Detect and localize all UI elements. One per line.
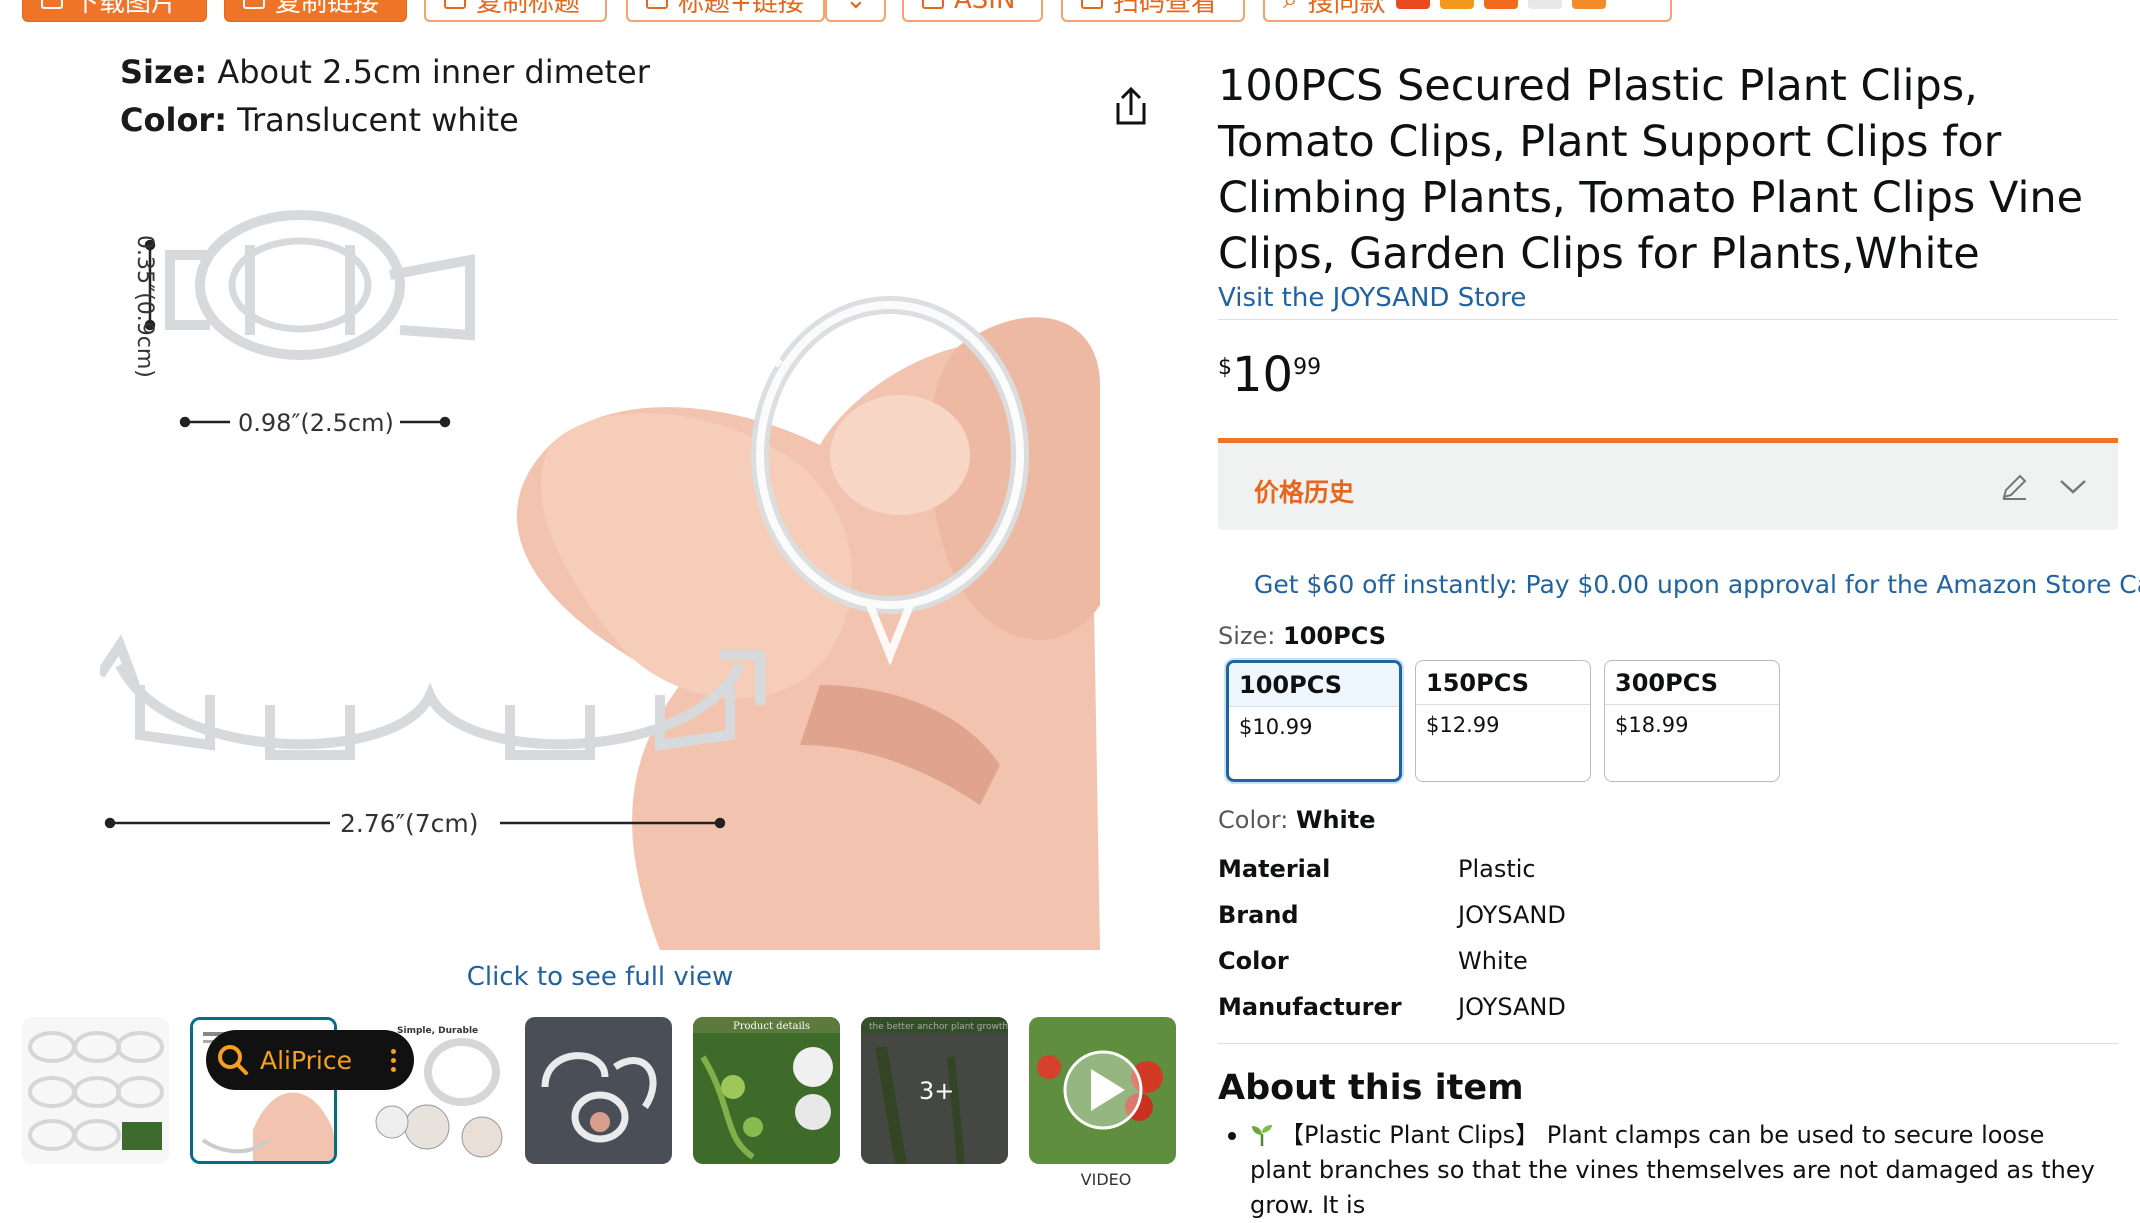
asin-button[interactable]: ASIN — [902, 0, 1043, 22]
color-selection: Color: White — [1218, 806, 1376, 834]
spec-row: Brand JOYSAND — [1218, 901, 1566, 929]
download-icon — [41, 0, 63, 9]
search-same-button[interactable]: ⌕ 搜同款 — [1263, 0, 1672, 22]
copy-link-button[interactable]: 复制链接 — [224, 0, 407, 22]
copy-icon — [444, 0, 466, 9]
dim-length-label: 2.76″(7cm) — [340, 809, 479, 838]
search-icon — [218, 1045, 248, 1075]
chevron-down-icon: ⌄ — [845, 0, 867, 15]
spec-row: Material Plastic — [1218, 855, 1536, 883]
product-title: 100PCS Secured Plastic Plant Clips, Toma… — [1218, 61, 2084, 279]
more-images-count: 3+ — [919, 1077, 954, 1105]
size-option-100pcs[interactable]: 100PCS $10.99 — [1226, 660, 1402, 782]
video-label: VIDEO — [1080, 1170, 1132, 1189]
about-heading: About this item — [1218, 1068, 1524, 1108]
copy-icon — [243, 0, 265, 9]
size-selection: Size: 100PCS — [1218, 622, 1387, 650]
search-icon: ⌕ — [1283, 0, 1298, 16]
store-link[interactable]: Visit the JOYSAND Store — [1218, 283, 1526, 313]
title-link-button[interactable]: 标题+链接 — [626, 0, 825, 22]
extension-toolbar: 下载图片 复制链接 复制标题 标题+链接 ⌄ ASIN 扫码查看 ⌕ 搜同款 — [0, 0, 2140, 24]
main-product-image[interactable]: 0.35″(0.9cm) 0.98″(2.5cm) 2.76″(7cm) — [100, 45, 1100, 950]
dim-height-label: 0.35″(0.9cm) — [132, 235, 157, 378]
size-option-150pcs[interactable]: 150PCS $12.99 — [1415, 660, 1591, 782]
aliprice-search-button[interactable]: AliPrice — [206, 1030, 414, 1090]
pencil-icon[interactable] — [1998, 471, 2030, 503]
copy-icon — [922, 0, 944, 9]
qr-icon — [1081, 0, 1103, 9]
thumbnail-video[interactable] — [1029, 1017, 1176, 1164]
spec-table: Material Plastic Brand JOYSAND Color White … — [1218, 855, 2118, 1039]
divider — [1218, 319, 2118, 320]
title-link-dropdown[interactable]: ⌄ — [825, 0, 886, 22]
spec-row: Color White — [1218, 947, 1528, 975]
spec-row: Manufacturer JOYSAND — [1218, 993, 1566, 1021]
thumbnail-4[interactable] — [525, 1017, 672, 1164]
copy-icon — [646, 0, 668, 9]
svg-text:Product details: Product details — [733, 1021, 810, 1032]
scan-qr-button[interactable]: 扫码查看 — [1061, 0, 1245, 22]
price-history-panel[interactable]: 价格历史 — [1218, 438, 2118, 530]
price-history-label: 价格历史 — [1254, 478, 1355, 507]
thumbnail-6-more[interactable]: the better anchor plant growth 3+ — [861, 1017, 1008, 1164]
marketplace-logos — [1395, 0, 1606, 9]
price: $ 10 99 — [1218, 347, 1322, 403]
chevron-down-icon[interactable] — [2056, 469, 2090, 503]
share-icon[interactable] — [1110, 85, 1152, 129]
thumbnail-5[interactable]: Product details — [693, 1017, 840, 1164]
copy-title-button[interactable]: 复制标题 — [424, 0, 607, 22]
size-option-300pcs[interactable]: 300PCS $18.99 — [1604, 660, 1780, 782]
thumbnail-1[interactable] — [22, 1017, 169, 1164]
svg-text:Simple, Durable: Simple, Durable — [397, 1026, 478, 1036]
click-full-view-link[interactable]: Click to see full view — [430, 962, 770, 992]
aliprice-label: AliPrice — [260, 1045, 352, 1075]
dim-diameter-label: 0.98″(2.5cm) — [238, 409, 394, 437]
download-images-button[interactable]: 下载图片 — [22, 0, 207, 22]
sprout-icon — [1252, 1125, 1272, 1146]
divider — [1218, 1043, 2118, 1044]
more-vertical-icon[interactable] — [391, 1048, 396, 1072]
store-card-promo[interactable]: Get $60 off instantly: Pay $0.00 upon ap… — [1254, 570, 2140, 599]
